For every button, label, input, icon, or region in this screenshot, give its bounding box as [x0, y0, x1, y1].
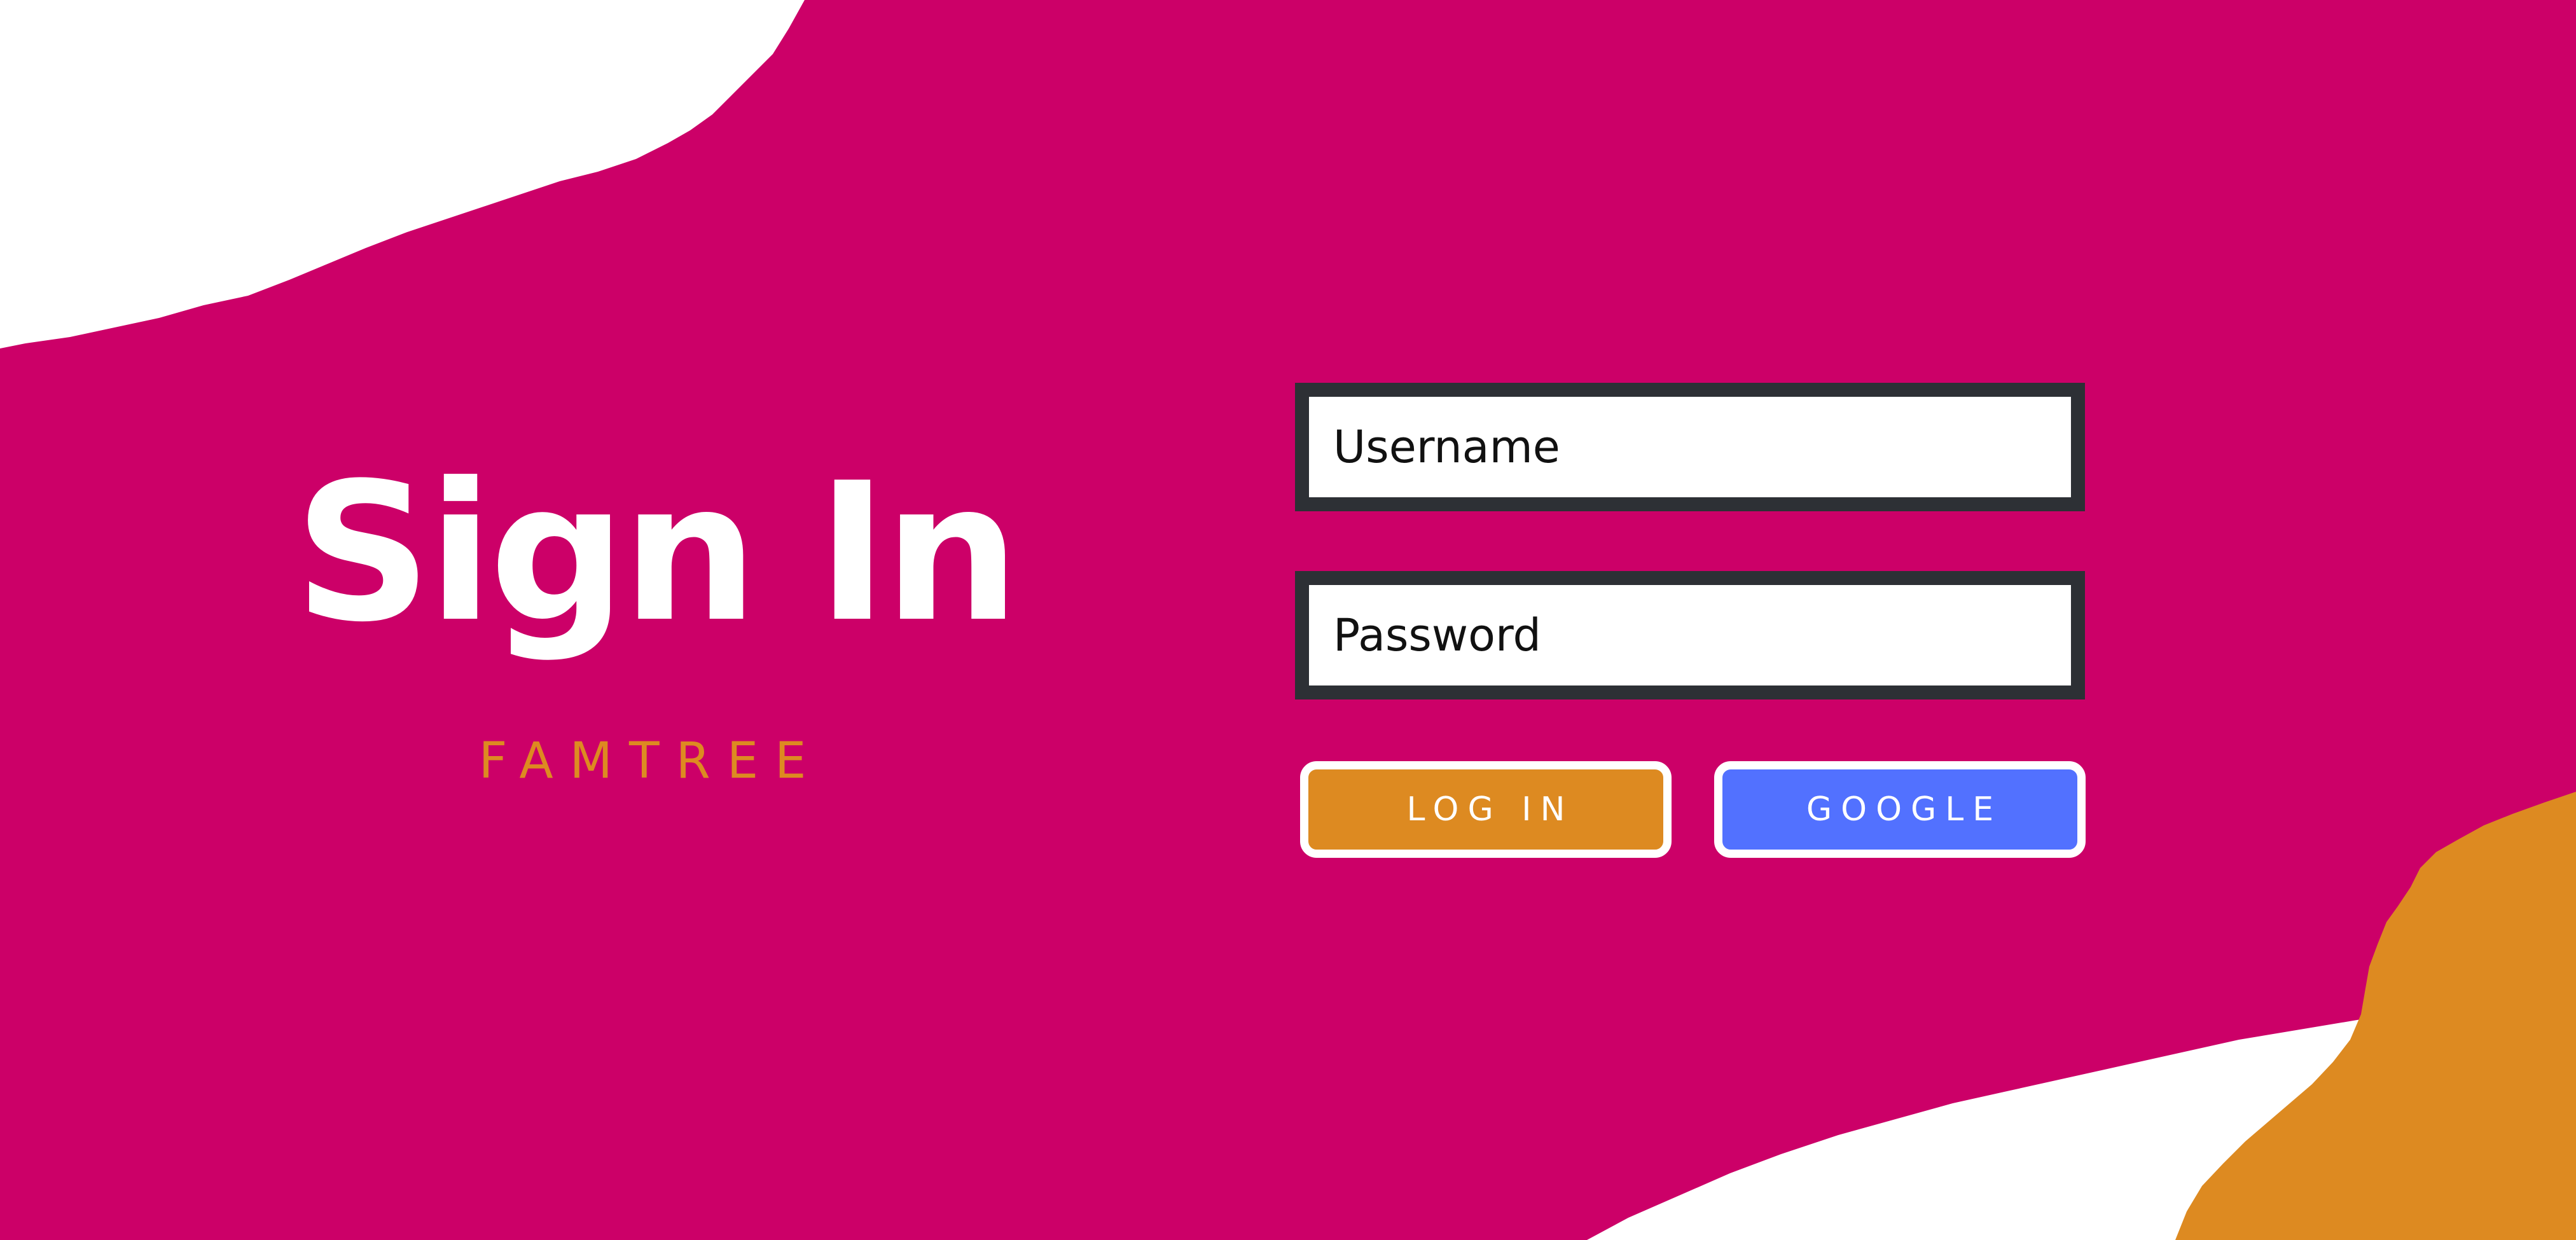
- brand-name: FAMTREE: [478, 733, 823, 790]
- google-button-label: GOOGLE: [1806, 790, 2003, 829]
- login-button[interactable]: LOG IN: [1300, 761, 1672, 858]
- sign-in-page: Sign In FAMTREE LOG IN GOOGLE: [0, 0, 2576, 1240]
- bottom-right-orange-shape: [2175, 792, 2576, 1240]
- top-left-paper-shape: [0, 0, 805, 348]
- google-signin-button[interactable]: GOOGLE: [1714, 761, 2086, 858]
- username-field: [1295, 383, 2085, 511]
- login-button-label: LOG IN: [1406, 790, 1574, 829]
- page-title: Sign In: [294, 442, 1020, 664]
- username-input[interactable]: [1309, 397, 2071, 497]
- password-field: [1295, 571, 2085, 699]
- password-input[interactable]: [1309, 585, 2071, 685]
